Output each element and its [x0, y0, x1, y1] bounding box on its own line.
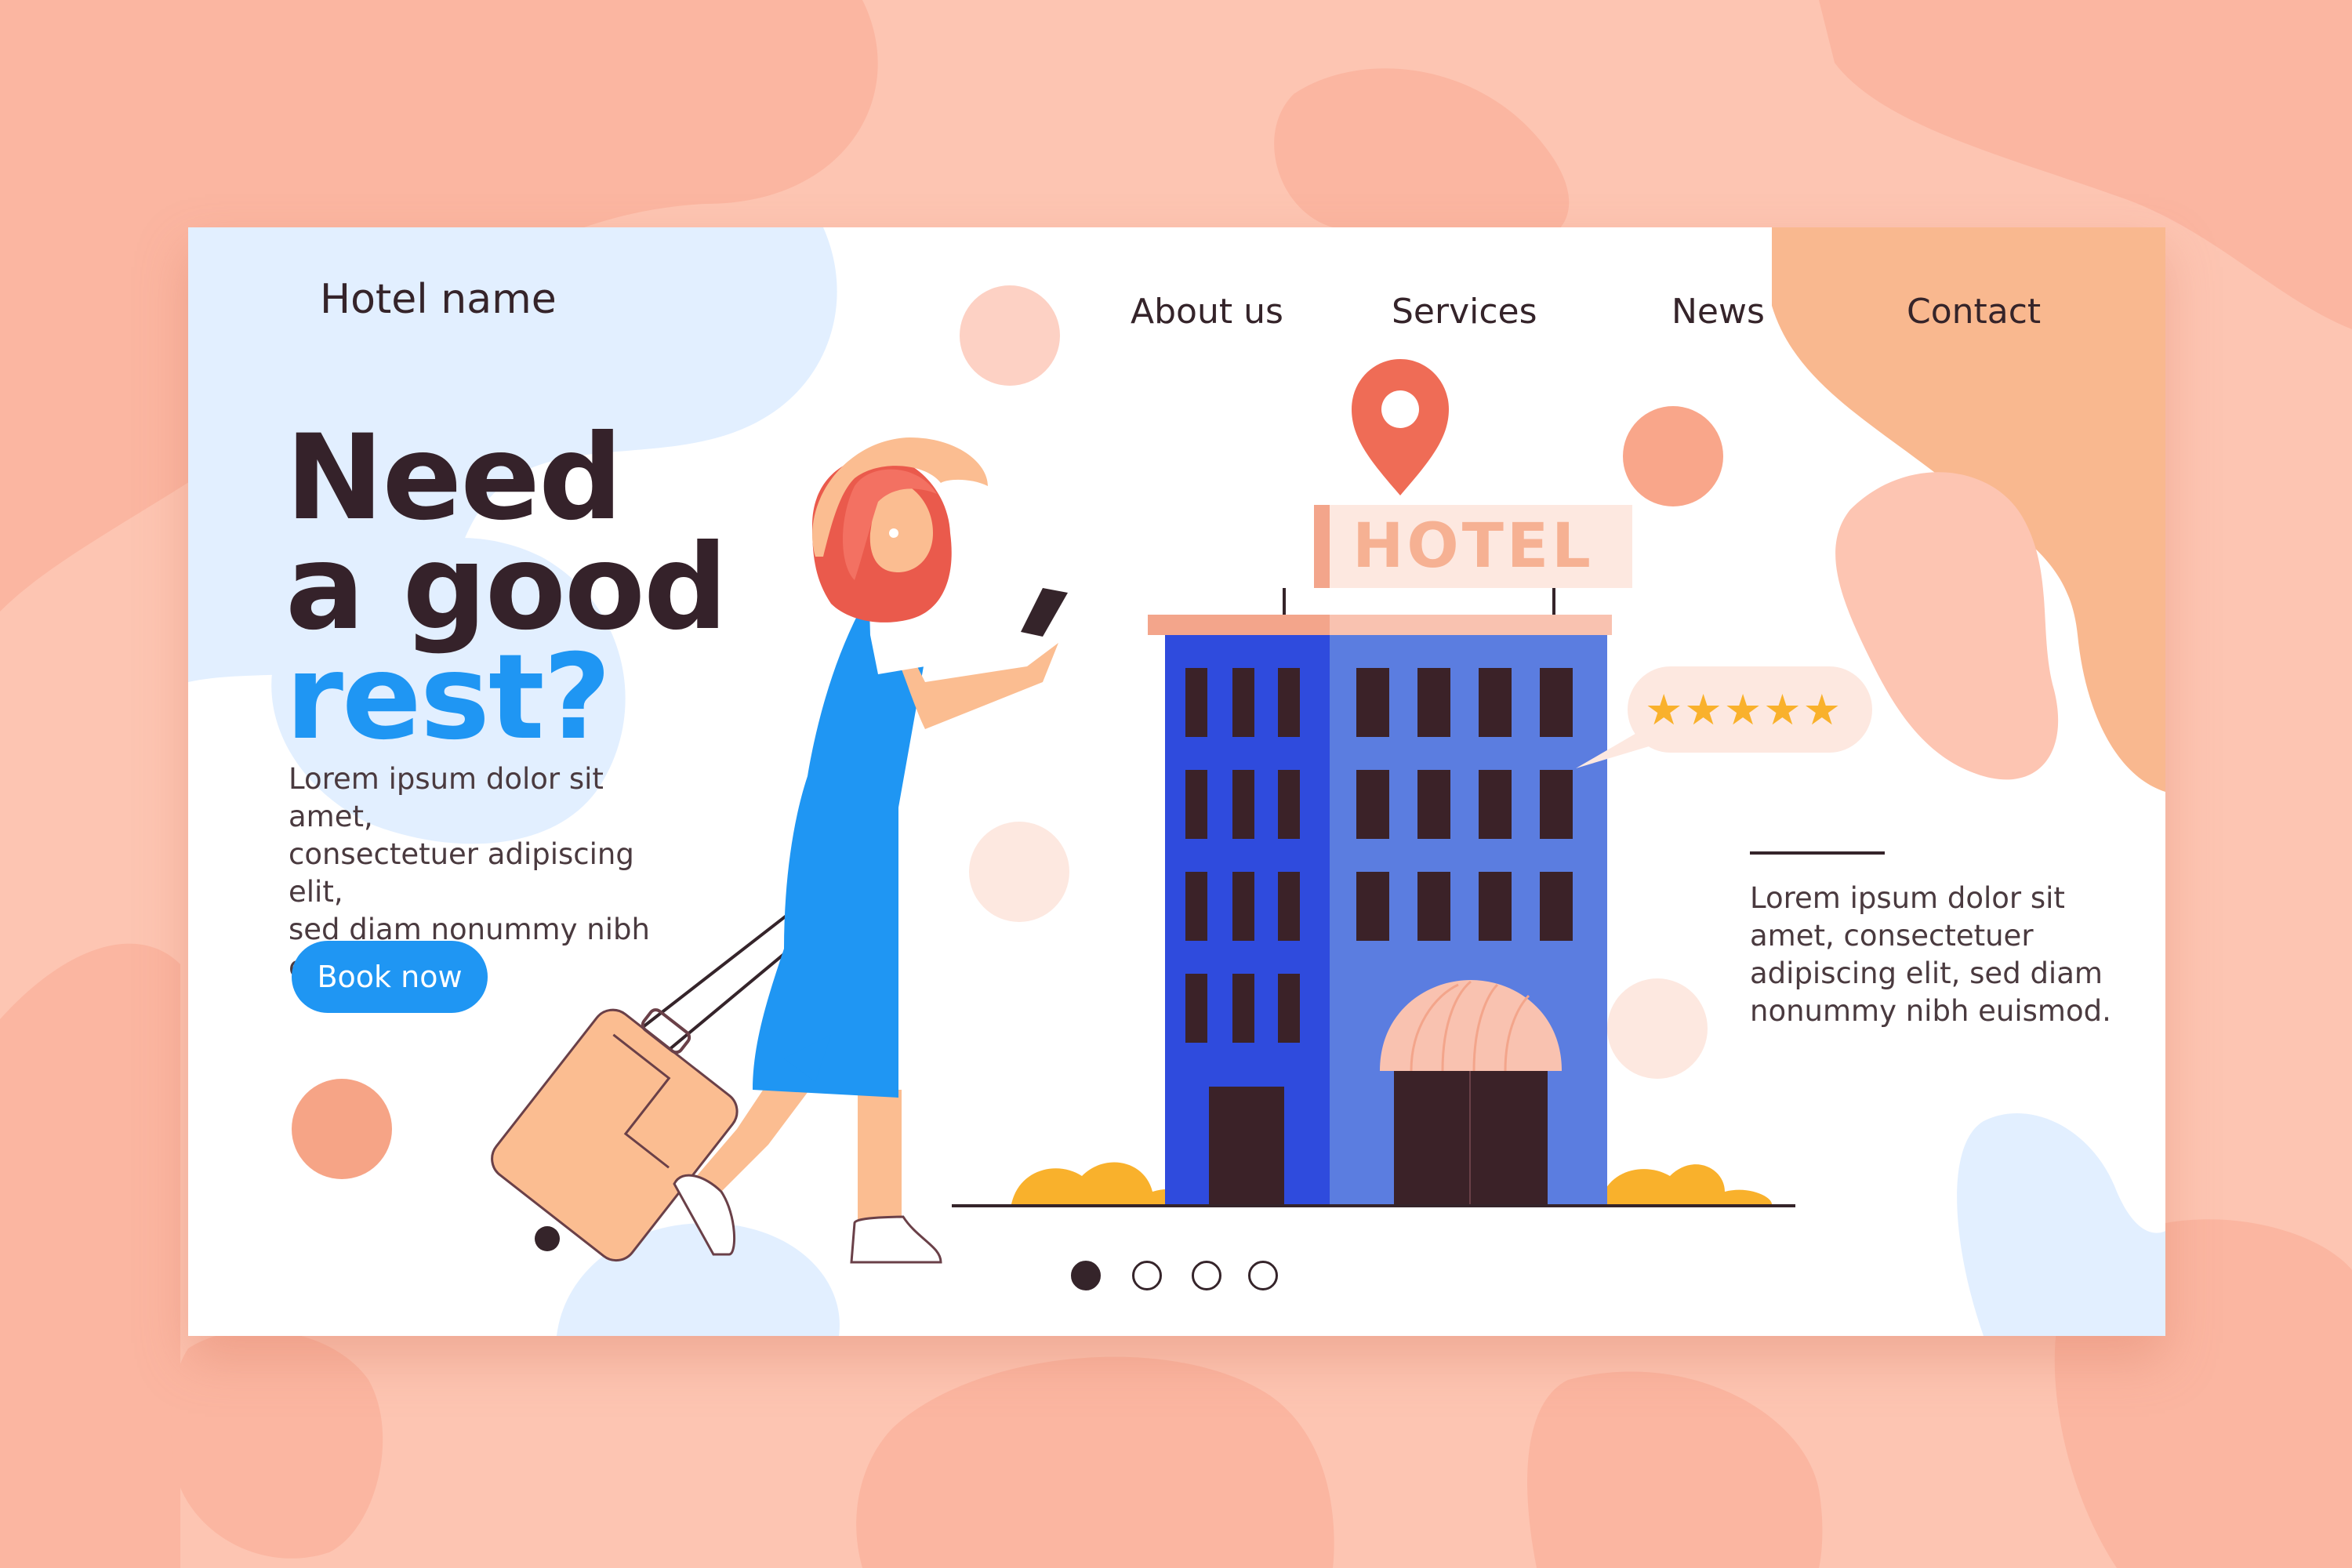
side-description: Lorem ipsum dolor sit amet, consectetuer…: [1750, 881, 2111, 1028]
landing-card: Hotel name About us Services News Contac…: [188, 227, 2165, 1336]
divider: [1750, 851, 1885, 855]
hero-headline: Need a good rest?: [285, 410, 728, 766]
nav-contact[interactable]: Contact: [1907, 292, 2041, 332]
rating-stars: ★★★★★: [1645, 685, 1843, 735]
headline-line-2: a good: [285, 520, 728, 656]
brand-name[interactable]: Hotel name: [320, 276, 557, 323]
hotel-sign: HOTEL: [1352, 511, 1594, 582]
headline-line-1: Need: [285, 410, 622, 546]
nav-news[interactable]: News: [1671, 292, 1765, 332]
slider-dot-4[interactable]: [1248, 1261, 1278, 1290]
slider-dot-1[interactable]: [1071, 1261, 1101, 1290]
slider-dot-3[interactable]: [1192, 1261, 1221, 1290]
slider-dot-2[interactable]: [1132, 1261, 1162, 1290]
nav-services[interactable]: Services: [1392, 292, 1537, 332]
book-now-button[interactable]: Book now: [292, 941, 488, 1013]
nav-about-us[interactable]: About us: [1131, 292, 1283, 332]
headline-line-3: rest?: [285, 630, 612, 766]
